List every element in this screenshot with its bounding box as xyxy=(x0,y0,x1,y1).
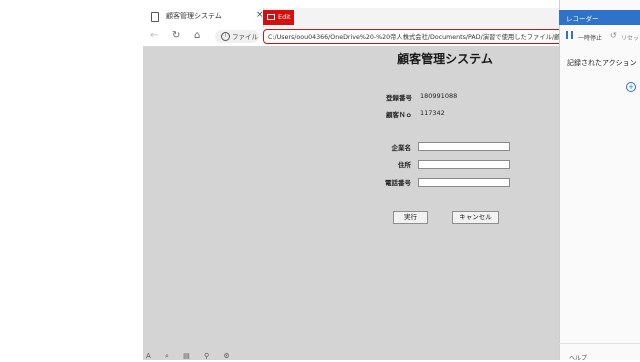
address-label: 住所 xyxy=(398,161,411,169)
reset-button-label[interactable]: リセット xyxy=(621,33,640,42)
customer-no-label: 顧客Ｎｏ xyxy=(386,111,412,119)
address-text: C:/Users/oou04366/OneDrive%20-%20帝人株式会社/… xyxy=(268,34,561,41)
recorder-panel xyxy=(559,0,640,360)
company-label: 企業名 xyxy=(391,144,412,152)
pause-button-label[interactable]: 一時停止 xyxy=(578,33,602,42)
reset-icon[interactable]: ↺ xyxy=(610,31,617,40)
page-content xyxy=(143,46,559,360)
window-icon xyxy=(267,14,275,20)
pause-icon[interactable] xyxy=(566,31,573,39)
back-icon[interactable]: ← xyxy=(150,30,158,41)
page-title: 顧客管理システム xyxy=(397,52,493,66)
customer-no-value: 117342 xyxy=(420,109,445,117)
tab-title: 顧客管理システム xyxy=(166,12,222,20)
phone-label: 電話番号 xyxy=(385,179,411,187)
recorded-actions-heading: 記録されたアクション xyxy=(567,59,637,67)
help-link[interactable]: ヘルプ xyxy=(569,353,587,362)
company-input[interactable] xyxy=(418,142,510,151)
panel-divider xyxy=(559,343,640,344)
address-input[interactable] xyxy=(418,160,510,169)
reg-number-label: 登録番号 xyxy=(386,94,412,102)
file-label: ファイル xyxy=(232,33,258,41)
reload-icon[interactable]: ↻ xyxy=(172,30,180,41)
home-icon[interactable]: ⌂ xyxy=(194,30,200,41)
reg-number-value: 180991088 xyxy=(420,92,458,100)
add-action-icon[interactable]: + xyxy=(626,82,636,92)
cancel-button[interactable]: キャンセル xyxy=(452,211,499,224)
page-icon xyxy=(151,12,159,22)
run-button[interactable]: 実行 xyxy=(393,211,428,224)
recorder-title: レコーダー xyxy=(566,15,599,23)
desktop-background xyxy=(0,0,143,360)
phone-input[interactable] xyxy=(418,178,510,187)
info-icon: i xyxy=(221,32,230,41)
